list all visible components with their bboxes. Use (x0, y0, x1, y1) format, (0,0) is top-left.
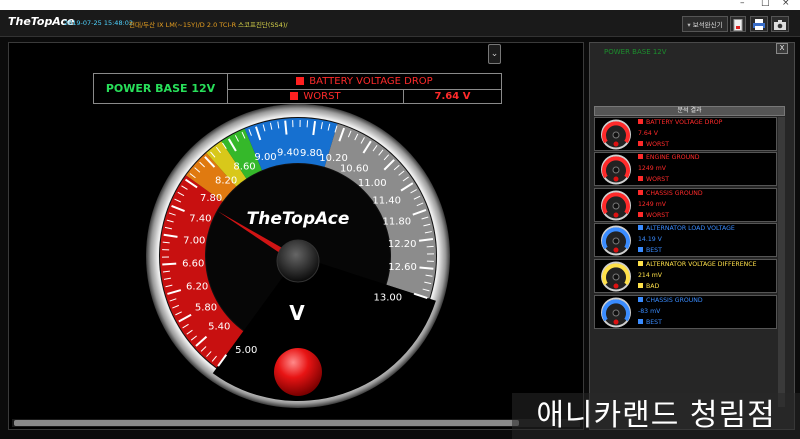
analysis-item[interactable]: BATTERY VOLTAGE DROP 7.64 V WORST (594, 117, 777, 151)
analysis-item[interactable]: CHASSIS GROUND 1249 mV WORST (594, 188, 777, 222)
gauge-tick-label: 12.20 (388, 239, 417, 250)
gauge-tick-label: 9.40 (277, 147, 299, 158)
gauge-thumbnail-icon (601, 119, 631, 150)
gauge-brand-text: TheTopAce (247, 209, 350, 229)
status-square-icon (638, 283, 643, 288)
gauge-tick-label: 6.20 (186, 281, 208, 292)
gauge-thumbnail-icon (601, 261, 631, 292)
status-square-icon (638, 261, 643, 266)
analysis-item[interactable]: ALTERNATOR LOAD VOLTAGE 14.19 V BEST (594, 223, 777, 257)
gauge-tick-label: 7.00 (183, 236, 205, 247)
gauge-tick-label: 7.40 (189, 213, 211, 224)
item-name: ENGINE GROUND (646, 154, 700, 161)
item-grade: BEST (646, 247, 662, 254)
status-square-icon (638, 225, 643, 230)
gauge-thumbnail-icon (601, 154, 631, 185)
scrollbar-thumb[interactable] (14, 420, 519, 426)
item-value: 7.64 V (638, 130, 658, 137)
status-square-icon (638, 190, 643, 195)
status-square-icon (638, 119, 643, 124)
status-square-icon (638, 141, 643, 146)
gauge-tick-label: 7.80 (200, 193, 222, 204)
analysis-item[interactable]: ALTERNATOR VOLTAGE DIFFERENCE 214 mV BAD (594, 259, 777, 293)
item-grade: BEST (646, 319, 662, 326)
item-name: ALTERNATOR LOAD VOLTAGE (646, 225, 735, 232)
item-grade: WORST (646, 141, 669, 148)
analysis-close-button[interactable]: X (776, 43, 788, 54)
gauge-thumbnail-icon (601, 297, 631, 328)
gauge-unit: V (289, 301, 305, 325)
horizontal-scrollbar[interactable] (12, 419, 580, 427)
gauge-tick-label: 10.60 (340, 163, 369, 174)
gauge-tick (419, 266, 434, 270)
gauge-tick-label: 6.60 (182, 259, 204, 270)
item-value: 1249 mV (638, 165, 666, 172)
item-grade: BAD (646, 283, 660, 290)
gauge-tick-label: 11.80 (382, 216, 411, 227)
gauge-tick-label: 8.60 (233, 162, 255, 173)
item-name: CHASSIS GROUND (646, 297, 703, 304)
gauge-tick-label: 5.00 (235, 345, 257, 356)
analysis-scrollbar[interactable] (778, 117, 785, 407)
status-square-icon (638, 154, 643, 159)
gauge-tick-label: 11.00 (358, 178, 387, 189)
analysis-item[interactable]: ENGINE GROUND 1249 mV WORST (594, 152, 777, 186)
watermark-text: 애니카랜드 청림점 (512, 393, 800, 439)
status-square-icon (638, 176, 643, 181)
status-square-icon (638, 247, 643, 252)
item-name: BATTERY VOLTAGE DROP (646, 119, 723, 126)
gauge-tick-label: 13.00 (374, 292, 403, 303)
gauge-tick-label: 5.80 (195, 303, 217, 314)
analysis-panel-title: POWER BASE 12V (604, 48, 667, 56)
item-name: CHASSIS GROUND (646, 190, 703, 197)
gauge-tick (162, 241, 170, 244)
analysis-item[interactable]: CHASSIS GROUND -83 mV BEST (594, 295, 777, 329)
gauge-tick-label: 11.40 (372, 196, 401, 207)
status-square-icon (638, 297, 643, 302)
item-name: ALTERNATOR VOLTAGE DIFFERENCE (646, 261, 757, 268)
item-grade: WORST (646, 176, 669, 183)
gauge-thumbnail-icon (601, 225, 631, 256)
gauge-hub (276, 239, 320, 283)
gauge-tick-label: 5.40 (208, 321, 230, 332)
gauge-tick-label: 9.00 (254, 152, 276, 163)
gauge-tick-label: 12.60 (388, 262, 417, 273)
gauge-tick (284, 120, 288, 135)
item-value: 14.19 V (638, 236, 662, 243)
gauge-thumbnail-icon (601, 190, 631, 221)
item-grade: WORST (646, 212, 669, 219)
item-value: -83 mV (638, 308, 661, 315)
gauge-tick (162, 262, 177, 266)
item-value: 1249 mV (638, 201, 666, 208)
status-square-icon (638, 319, 643, 324)
status-square-icon (638, 212, 643, 217)
analysis-header: 분석 결과 (594, 106, 785, 116)
gauge-tick-label: 8.20 (215, 175, 237, 186)
item-value: 214 mV (638, 272, 663, 279)
red-status-light (274, 348, 322, 396)
